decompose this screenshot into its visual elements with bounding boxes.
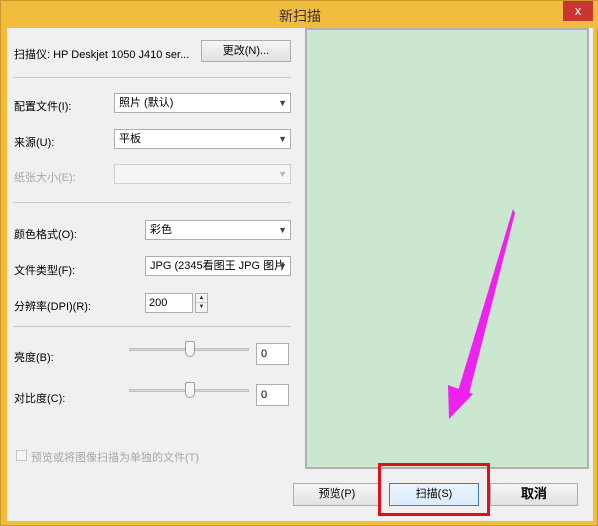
annotation-arrow bbox=[448, 209, 515, 419]
scan-dialog: 新扫描 x 扫描仪: HP Deskjet 1050 J410 ser... 更… bbox=[0, 0, 598, 526]
arrow-shaft bbox=[458, 209, 515, 394]
scan-button-highlight bbox=[378, 463, 490, 516]
